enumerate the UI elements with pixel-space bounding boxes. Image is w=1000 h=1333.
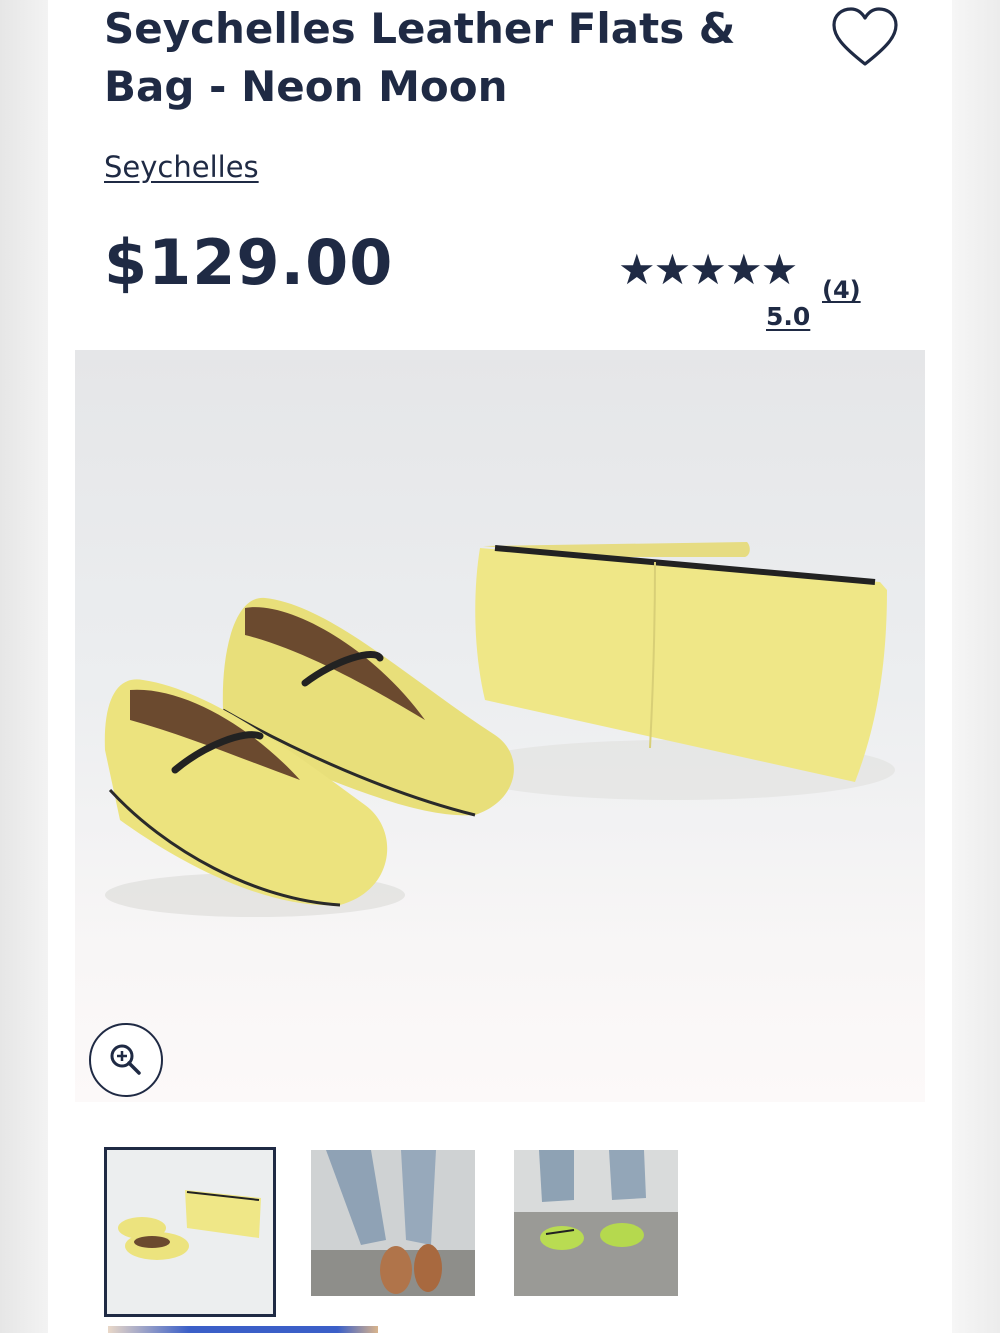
thumbnail-strip — [104, 1147, 704, 1320]
star-rating: ★★★★★ — [618, 245, 798, 294]
product-photo — [104, 542, 895, 917]
product-price: $129.00 — [104, 226, 394, 299]
wishlist-button[interactable] — [830, 6, 900, 70]
left-backdrop — [0, 0, 48, 1333]
product-page: Seychelles Leather Flats & Bag - Neon Mo… — [48, 0, 952, 1333]
main-product-image — [75, 350, 925, 1102]
zoom-button[interactable] — [89, 1023, 163, 1097]
rating-score[interactable]: 5.0 — [766, 302, 810, 331]
thumbnail-2[interactable] — [311, 1150, 475, 1296]
right-backdrop — [952, 0, 1000, 1333]
heart-outline-icon — [832, 7, 898, 66]
product-title: Seychelles Leather Flats & Bag - Neon Mo… — [104, 4, 736, 111]
zoom-in-icon — [110, 1044, 141, 1075]
thumbnail-1[interactable] — [104, 1147, 276, 1317]
review-count[interactable]: (4) — [822, 276, 861, 304]
thumbnail-3[interactable] — [514, 1150, 678, 1296]
rating-summary[interactable]: ★★★★★ (4) 5.0 — [618, 246, 888, 336]
brand-link[interactable]: Seychelles — [104, 150, 259, 184]
next-section-peek — [108, 1326, 378, 1333]
